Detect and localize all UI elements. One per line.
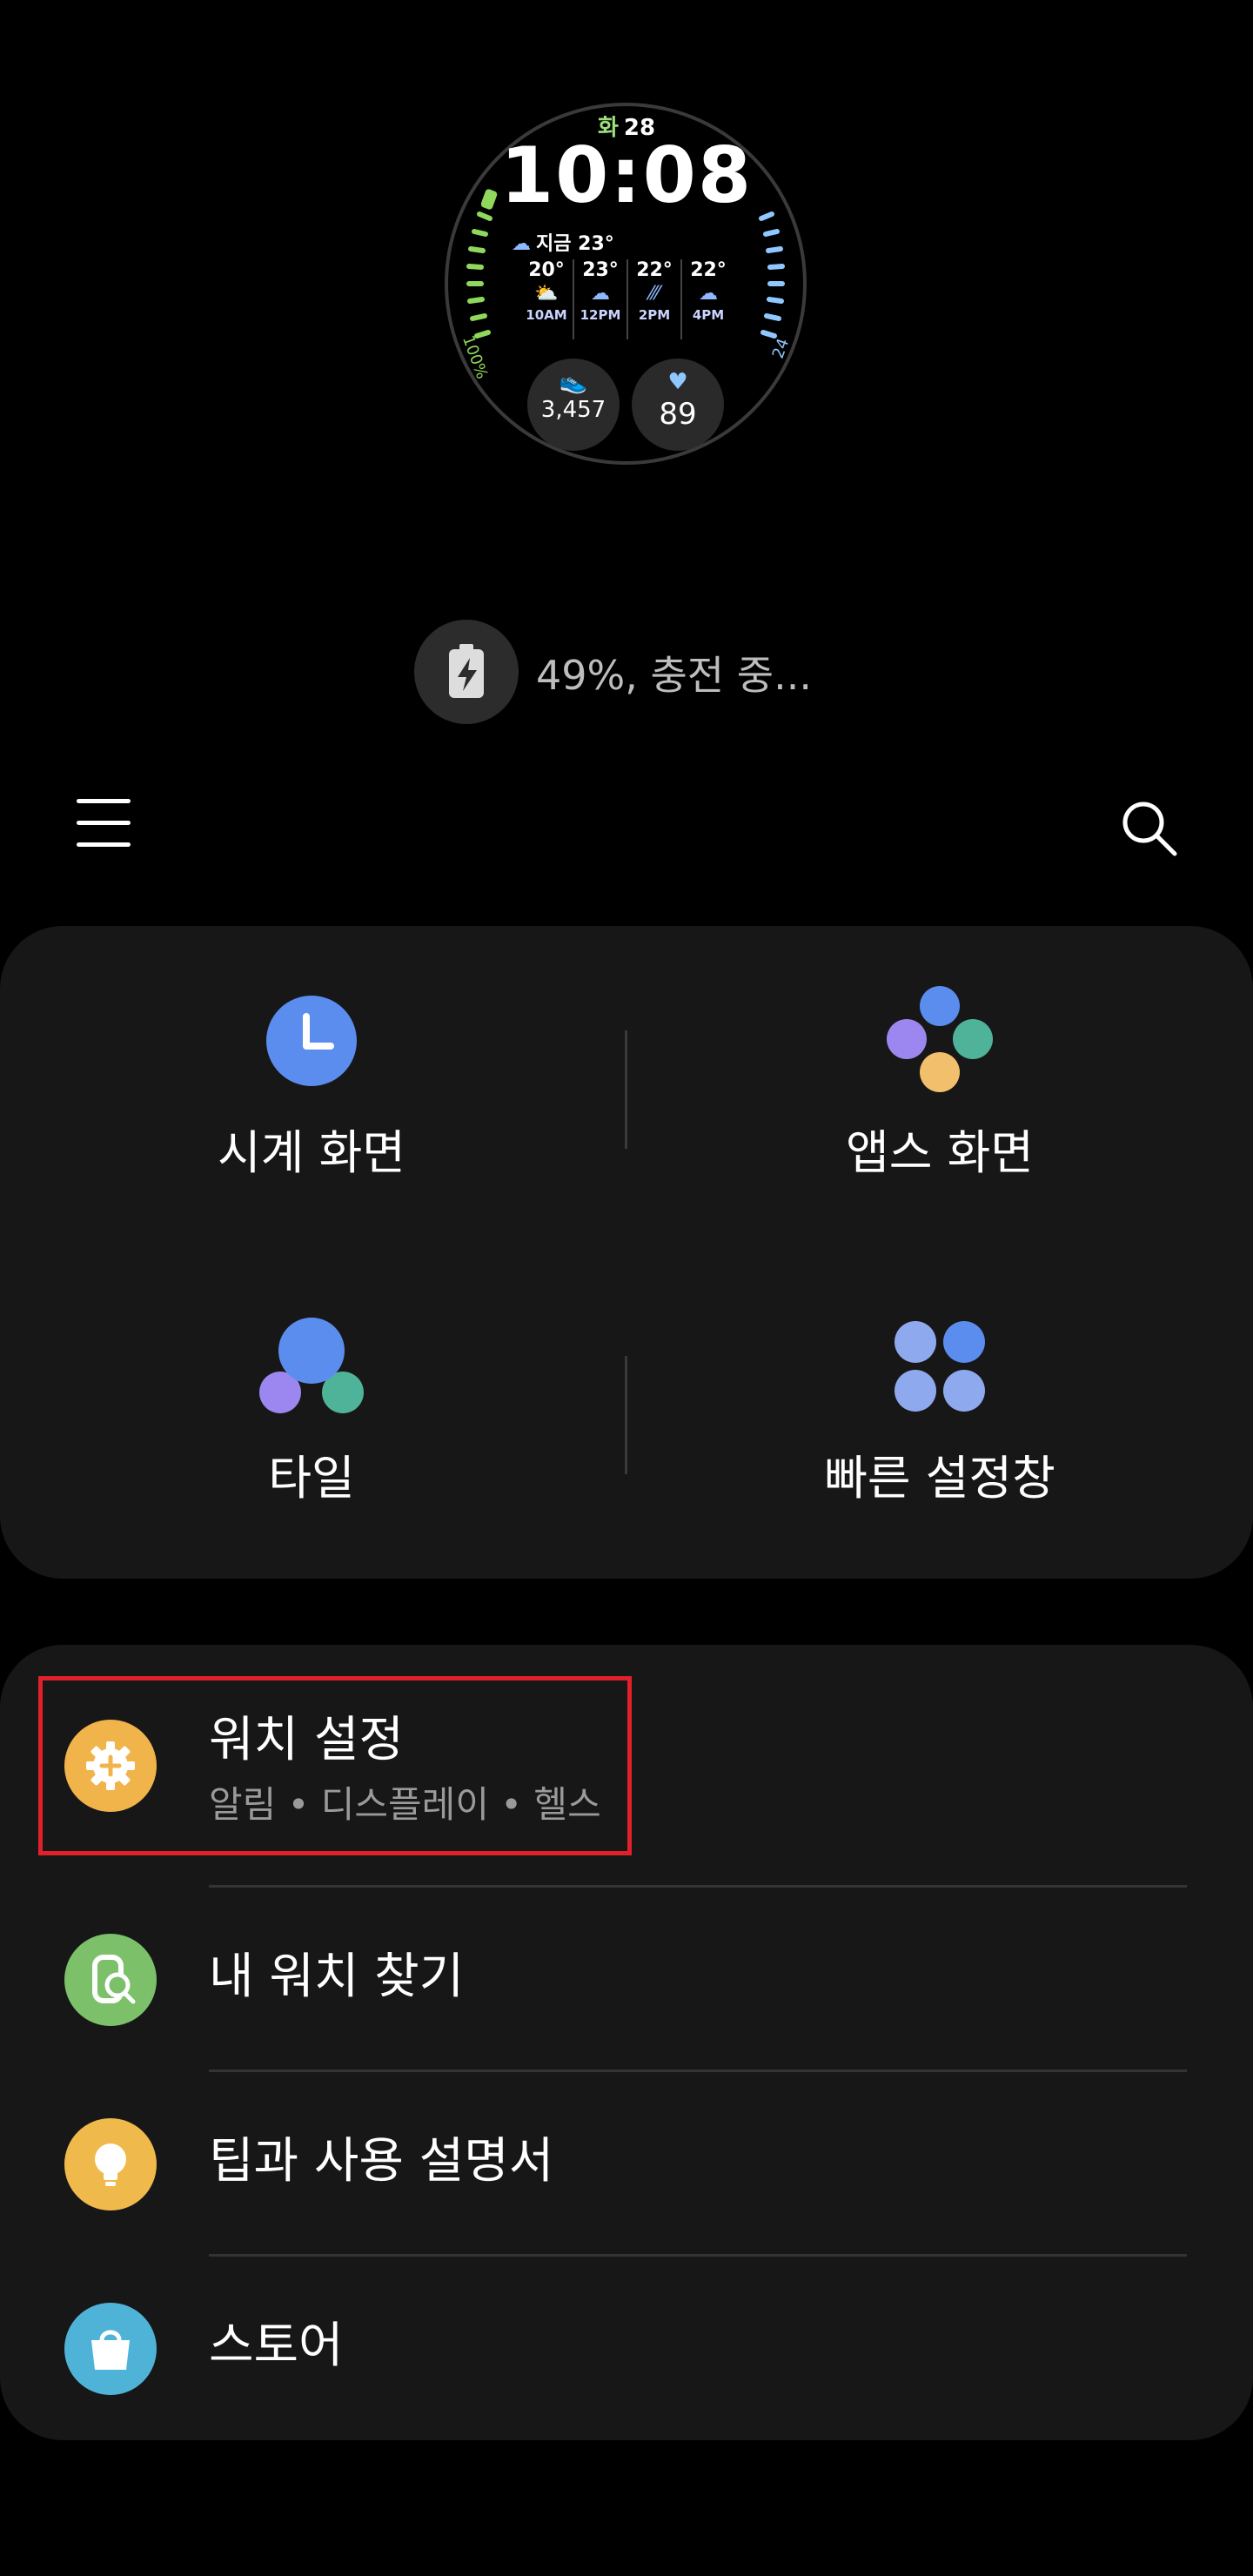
divider [209, 2070, 1187, 2072]
heart-icon: ♥ [667, 369, 688, 395]
steps-complication: 👟 3,457 [527, 359, 620, 451]
divider [625, 1356, 627, 1474]
forecast-item: 23° ☁ 12PM [573, 259, 626, 339]
battery-charging-icon [449, 644, 484, 698]
watch-current-weather: ☁ 지금 23° [512, 233, 614, 255]
store-title: 스토어 [209, 2318, 344, 2374]
hamburger-menu-icon[interactable] [77, 799, 131, 851]
forecast-item: 22° ⁄⁄⁄ 2PM [626, 259, 680, 339]
apps-icon [887, 986, 993, 1092]
quick-panel-button[interactable]: 빠른 설정창 [679, 1300, 1201, 1561]
clock-icon [266, 996, 357, 1086]
find-watch-icon [64, 1934, 157, 2026]
cloud-icon: ☁ [591, 283, 610, 305]
battery-status-text: 49%, 충전 중... [536, 652, 812, 699]
lightbulb-icon [64, 2118, 157, 2210]
tiles-label: 타일 [268, 1451, 355, 1506]
quick-settings-icon [895, 1321, 985, 1412]
watch-faces-button[interactable]: 시계 화면 [50, 975, 573, 1236]
cloud-icon: ☁ [699, 283, 718, 305]
partly-cloudy-icon: ⛅ [534, 283, 559, 305]
rain-icon: ⁄⁄⁄ [649, 283, 660, 305]
tiles-icon [259, 1318, 364, 1413]
shoe-icon: 👟 [559, 369, 588, 395]
highlight-box [38, 1676, 632, 1855]
watch-faces-label: 시계 화면 [218, 1125, 405, 1180]
watch-time: 10:08 [499, 131, 754, 220]
find-my-watch-item[interactable]: 내 워치 찾기 [0, 1888, 1253, 2071]
tiles-button[interactable]: 타일 [50, 1300, 573, 1561]
divider [209, 1885, 1187, 1888]
apps-screen-label: 앱스 화면 [846, 1125, 1034, 1180]
apps-screen-button[interactable]: 앱스 화면 [679, 975, 1201, 1236]
forecast-item: 20° ⛅ 10AM [520, 259, 573, 339]
heart-rate-complication: ♥ 89 [632, 359, 724, 451]
forecast-item: 22° ☁ 4PM [680, 259, 734, 339]
quick-panel-label: 빠른 설정창 [824, 1451, 1055, 1506]
tips-manual-title: 팁과 사용 설명서 [209, 2133, 554, 2190]
watch-forecast: 20° ⛅ 10AM 23° ☁ 12PM 22° ⁄⁄⁄ 2PM 22° ☁ 4PM [520, 259, 734, 339]
store-item[interactable]: 스토어 [0, 2257, 1253, 2440]
shopping-bag-icon [64, 2303, 157, 2395]
divider [209, 2254, 1187, 2257]
cloud-icon: ☁ [512, 233, 531, 255]
tips-manual-item[interactable]: 팁과 사용 설명서 [0, 2073, 1253, 2256]
search-icon[interactable] [1117, 796, 1180, 859]
divider [625, 1030, 627, 1149]
find-my-watch-title: 내 워치 찾기 [209, 1949, 465, 2005]
battery-status-icon [414, 620, 519, 724]
